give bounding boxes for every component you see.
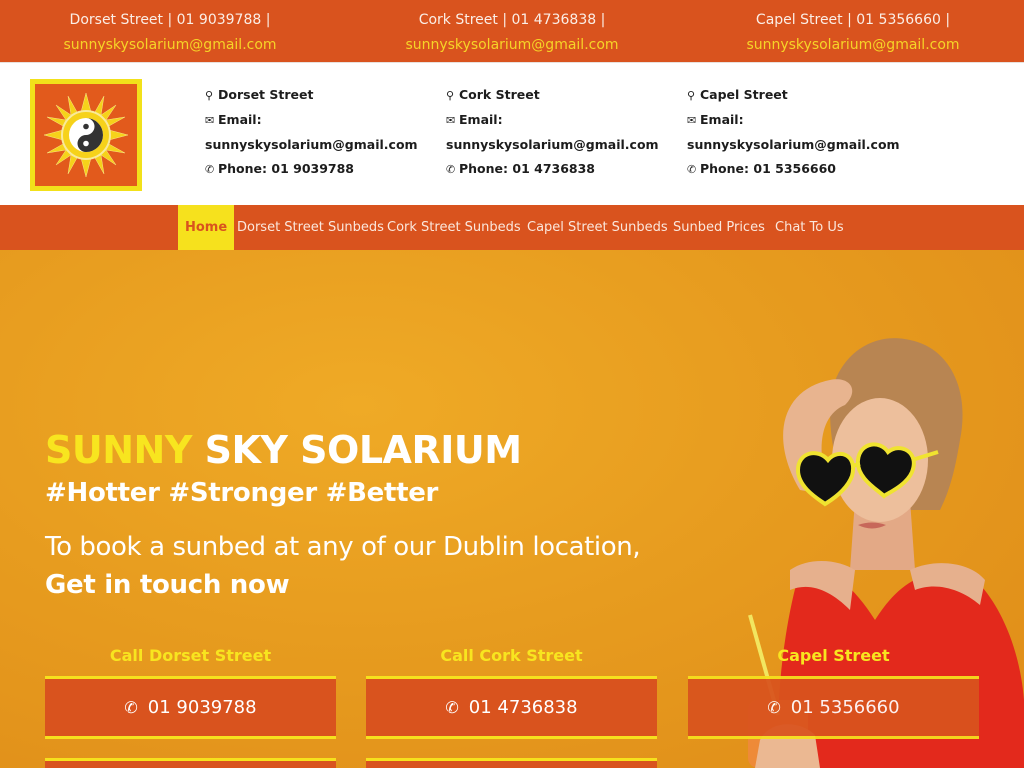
top-address: Dorset Street | 01 9039788 | xyxy=(69,12,271,28)
top-address: Capel Street | 01 5356660 | xyxy=(755,12,951,28)
header-location-capel: ⚲ Capel Street ✉ Email: sunnyskysolarium@g… xyxy=(687,83,917,182)
envelope-icon: ✉ xyxy=(205,114,215,127)
phone-icon: ✆ xyxy=(124,698,138,717)
hero-book-text: To book a sunbed at any of our Dublin lo… xyxy=(45,532,641,562)
header-location-dorset: ⚲ Dorset Street ✉ Email: sunnyskysolarium@… xyxy=(205,83,435,182)
phone-row: ✆ Phone: 01 5356660 xyxy=(687,157,917,182)
hero-cta-text: Get in touch now xyxy=(45,570,290,600)
phone-icon: ✆ xyxy=(687,163,697,176)
email-label: Email: xyxy=(218,112,262,127)
location-row: ⚲ Capel Street xyxy=(687,83,917,108)
email-label: Email: xyxy=(459,112,503,127)
email-row: ✉ Email: xyxy=(446,108,676,133)
nav-home[interactable]: Home xyxy=(178,205,235,250)
call-capel-button[interactable]: ✆ 01 5356660 xyxy=(688,676,979,739)
phone-icon: ✆ xyxy=(205,163,215,176)
map-marker-icon: ⚲ xyxy=(205,89,214,102)
top-email-link[interactable]: sunnyskysolarium@gmail.com xyxy=(362,33,662,58)
call-number: 01 5356660 xyxy=(790,697,900,718)
site-header: ⚲ Dorset Street ✉ Email: sunnyskysolarium@… xyxy=(0,62,1024,205)
nav-capel-street-sunbeds[interactable]: Capel Street Sunbeds xyxy=(527,205,668,250)
sun-yin-yang-logo-icon xyxy=(35,84,137,186)
email-address[interactable]: sunnyskysolarium@gmail.com xyxy=(446,133,676,157)
nav-sunbed-prices[interactable]: Sunbed Prices xyxy=(673,205,765,250)
top-location-capel: Capel Street | 01 5356660 | sunnyskysola… xyxy=(703,8,1003,58)
nav-cork-street-sunbeds[interactable]: Cork Street Sunbeds xyxy=(387,205,521,250)
phone-text[interactable]: Phone: 01 4736838 xyxy=(459,161,595,176)
location-row: ⚲ Dorset Street xyxy=(205,83,435,108)
top-email-link[interactable]: sunnyskysolarium@gmail.com xyxy=(703,33,1003,58)
hero-title-rest: SKY SOLARIUM xyxy=(204,428,522,472)
top-contact-bar: Dorset Street | 01 9039788 | sunnyskysol… xyxy=(0,0,1024,62)
phone-row: ✆ Phone: 01 4736838 xyxy=(446,157,676,182)
top-location-dorset: Dorset Street | 01 9039788 | sunnyskysol… xyxy=(20,8,320,58)
envelope-icon: ✉ xyxy=(687,114,697,127)
call-label-dorset: Call Dorset Street xyxy=(109,646,272,665)
call-dorset-button[interactable]: ✆ 01 9039788 xyxy=(45,676,336,739)
map-marker-icon: ⚲ xyxy=(687,89,696,102)
envelope-icon: ✉ xyxy=(446,114,456,127)
email-label: Email: xyxy=(700,112,744,127)
top-email-link[interactable]: sunnyskysolarium@gmail.com xyxy=(20,33,320,58)
hero-banner: SUNNY SKY SOLARIUM #Hotter #Stronger #Be… xyxy=(0,250,1024,768)
top-address: Cork Street | 01 4736838 | xyxy=(418,12,606,28)
location-row: ⚲ Cork Street xyxy=(446,83,676,108)
call-label-capel: Capel Street xyxy=(777,646,890,665)
map-marker-icon: ⚲ xyxy=(446,89,455,102)
hero-title: SUNNY SKY SOLARIUM xyxy=(45,428,522,472)
email-address[interactable]: sunnyskysolarium@gmail.com xyxy=(205,133,435,157)
main-nav: Home Dorset Street Sunbeds Cork Street S… xyxy=(0,205,1024,250)
email-address[interactable]: sunnyskysolarium@gmail.com xyxy=(687,133,917,157)
top-location-cork: Cork Street | 01 4736838 | sunnyskysolar… xyxy=(362,8,662,58)
site-logo[interactable] xyxy=(30,79,142,191)
email-row: ✉ Email: xyxy=(205,108,435,133)
nav-chat-to-us[interactable]: Chat To Us xyxy=(775,205,844,250)
phone-icon: ✆ xyxy=(767,698,781,717)
hero-title-highlight: SUNNY xyxy=(45,428,192,472)
call-label-cork: Call Cork Street xyxy=(440,646,583,665)
nav-dorset-street-sunbeds[interactable]: Dorset Street Sunbeds xyxy=(237,205,384,250)
hero-hashtags: #Hotter #Stronger #Better xyxy=(45,478,439,508)
header-location-cork: ⚲ Cork Street ✉ Email: sunnyskysolarium@gm… xyxy=(446,83,676,182)
location-name: Capel Street xyxy=(700,87,788,102)
location-name: Dorset Street xyxy=(218,87,314,102)
phone-icon: ✆ xyxy=(446,163,456,176)
phone-row: ✆ Phone: 01 9039788 xyxy=(205,157,435,182)
location-name: Cork Street xyxy=(459,87,540,102)
secondary-button-dorset[interactable] xyxy=(45,758,336,768)
call-number: 01 4736838 xyxy=(468,697,578,718)
call-number: 01 9039788 xyxy=(147,697,257,718)
email-row: ✉ Email: xyxy=(687,108,917,133)
phone-text[interactable]: Phone: 01 5356660 xyxy=(700,161,836,176)
phone-text[interactable]: Phone: 01 9039788 xyxy=(218,161,354,176)
call-cork-button[interactable]: ✆ 01 4736838 xyxy=(366,676,657,739)
secondary-button-cork[interactable] xyxy=(366,758,657,768)
phone-icon: ✆ xyxy=(445,698,459,717)
